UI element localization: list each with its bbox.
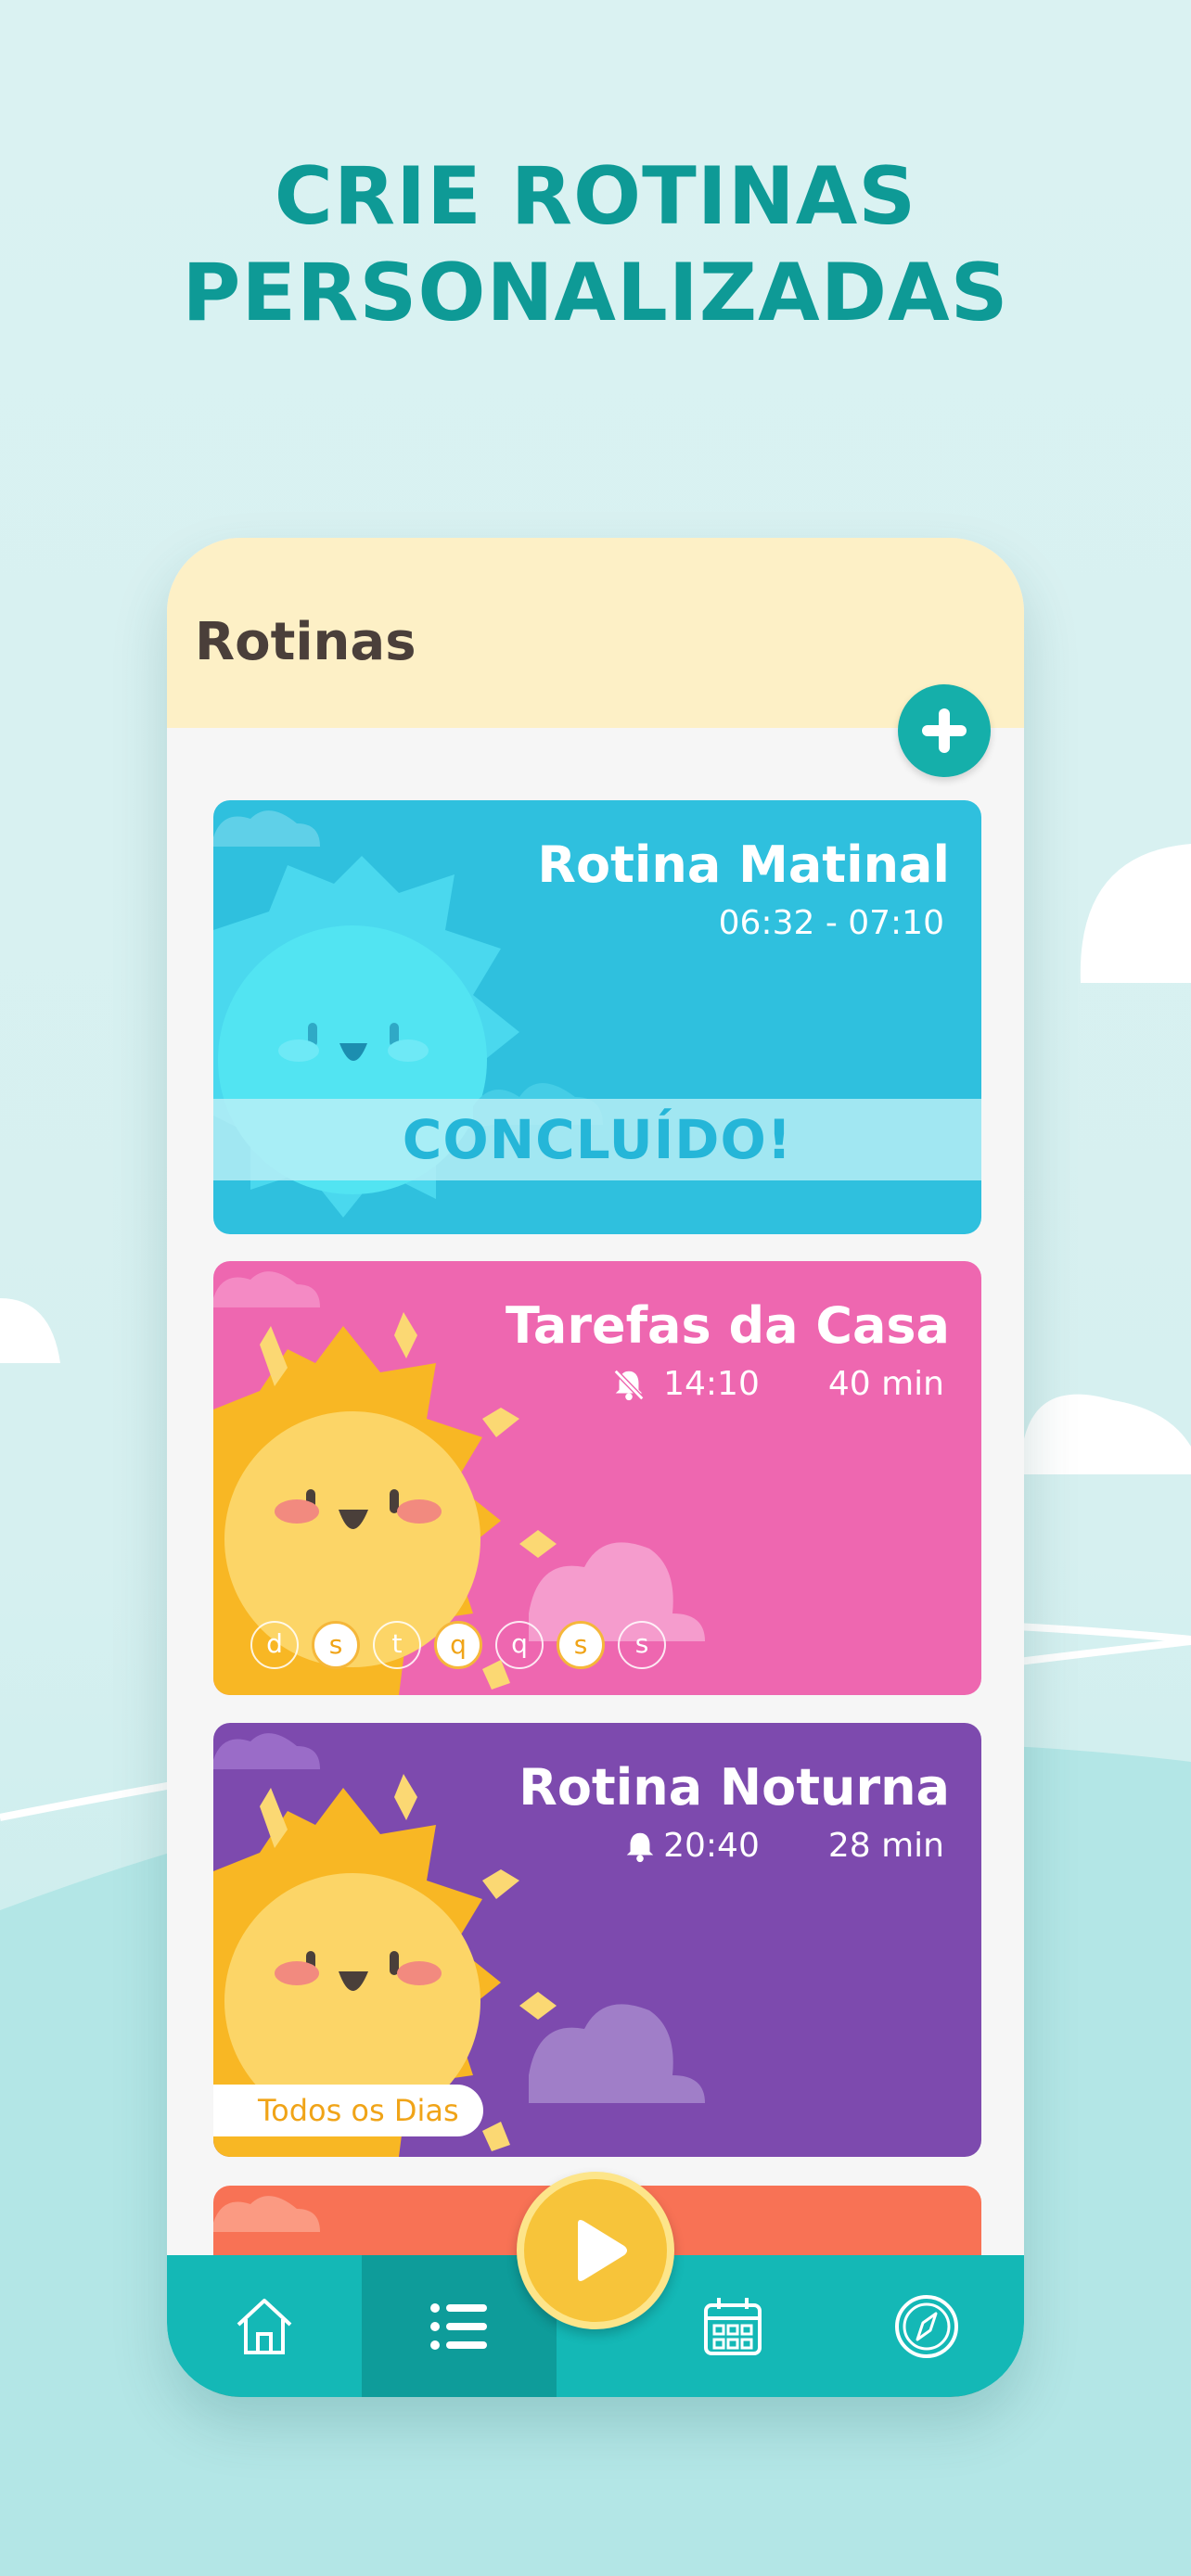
day-chip[interactable]: s [618,1621,666,1669]
routine-duration: 28 min [827,1827,944,1865]
list-icon [430,2302,487,2350]
play-icon [578,2220,627,2281]
day-chip-active[interactable]: q [434,1621,482,1669]
day-chip[interactable]: d [250,1621,299,1669]
weekday-selector: d s t q q s s [250,1621,666,1669]
nav-explore[interactable] [829,2255,1024,2397]
day-chip-active[interactable]: s [312,1621,360,1669]
routine-card-night[interactable]: Rotina Noturna 20:40 28 min Todos os Dia… [213,1723,981,2157]
plus-icon [922,708,967,753]
compass-icon [895,2294,958,2358]
day-chip[interactable]: q [495,1621,544,1669]
day-chip[interactable]: t [373,1621,421,1669]
add-routine-button[interactable] [898,684,991,777]
routine-time-row: 20:40 28 min [622,1827,944,1865]
routine-name: Rotina Matinal [537,835,950,894]
routine-name: Tarefas da Casa [506,1296,950,1355]
home-icon [237,2298,292,2354]
headline-line-2: PERSONALIZADAS [182,247,1009,339]
routine-time: 06:32 - 07:10 [718,904,944,942]
routine-duration: 40 min [827,1365,944,1403]
phone-screen: Rotinas Rotina Matinal 06:32 - 07:10 CON… [167,538,1024,2397]
routine-list[interactable]: Rotina Matinal 06:32 - 07:10 CONCLUÍDO! [167,728,1024,2397]
day-chip-active[interactable]: s [557,1621,605,1669]
bell-icon [626,1832,654,1862]
routine-time-row: 14:10 40 min [611,1365,944,1403]
screen-header: Rotinas [167,538,1024,728]
routine-time: 14:10 [663,1365,760,1403]
calendar-icon [704,2297,762,2355]
routine-time: 20:40 [663,1827,760,1865]
repeat-badge: Todos os Dias [213,2085,483,2136]
status-badge: CONCLUÍDO! [213,1099,981,1180]
routine-card-chores[interactable]: Tarefas da Casa 14:10 40 min d s t q q s… [213,1261,981,1695]
bell-off-icon [613,1369,645,1400]
page-title: Rotinas [195,612,416,672]
routine-name: Rotina Noturna [519,1758,950,1817]
headline-line-1: CRIE ROTINAS [274,150,917,243]
routine-time-row: 06:32 - 07:10 [719,904,944,942]
headline: CRIE ROTINAS PERSONALIZADAS [0,148,1191,341]
play-routine-button[interactable] [517,2172,674,2329]
routine-card-morning[interactable]: Rotina Matinal 06:32 - 07:10 CONCLUÍDO! [213,800,981,1234]
nav-home[interactable] [167,2255,362,2397]
